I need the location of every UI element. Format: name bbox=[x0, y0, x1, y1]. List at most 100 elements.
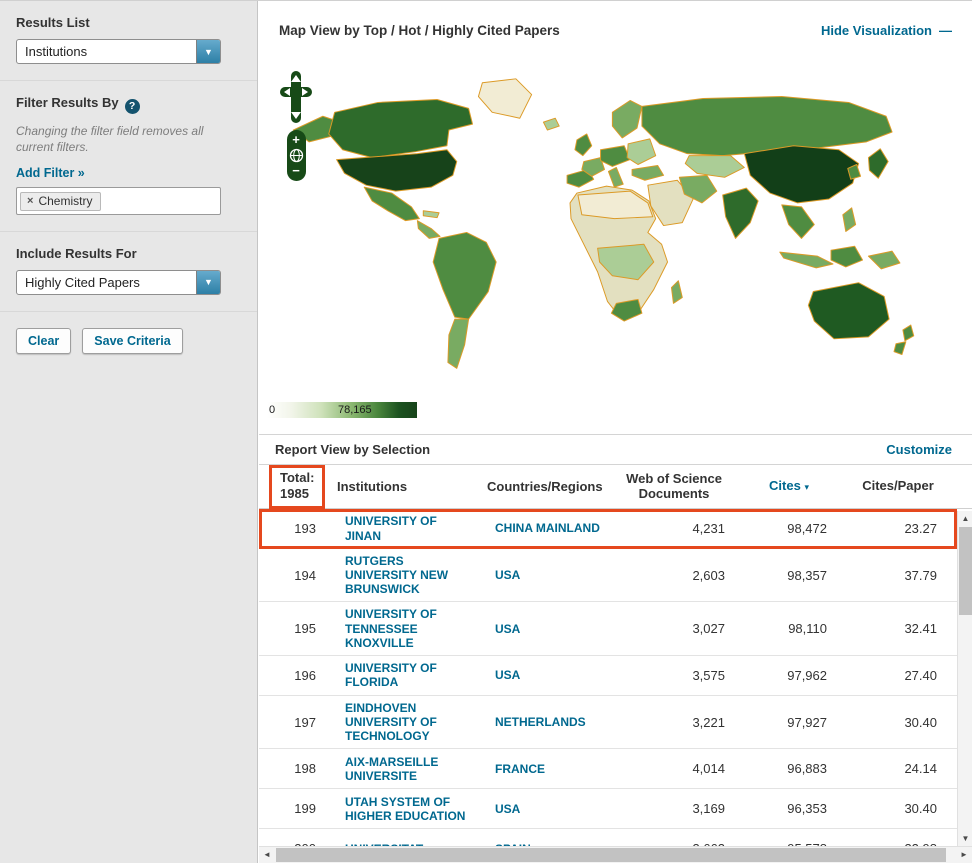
include-results-dropdown[interactable]: Highly Cited Papers ▼ bbox=[16, 270, 221, 295]
institution-cell: AIX-MARSEILLE UNIVERSITE bbox=[331, 755, 481, 783]
map-region-japan bbox=[868, 149, 888, 179]
institution-link[interactable]: RUTGERS UNIVERSITY NEW BRUNSWICK bbox=[337, 554, 475, 596]
include-results-section: Include Results For Highly Cited Papers … bbox=[0, 232, 257, 312]
legend-gradient: 0 78,165 bbox=[267, 402, 417, 418]
cites-per-paper-cell: 37.79 bbox=[839, 568, 957, 583]
map-visualization[interactable]: + − 0 78,165 bbox=[259, 63, 972, 434]
chevron-down-icon[interactable]: ▼ bbox=[196, 40, 220, 63]
customize-link[interactable]: Customize bbox=[886, 442, 952, 457]
total-value: 1985 bbox=[280, 486, 314, 502]
institution-link[interactable]: EINDHOVEN UNIVERSITY OF TECHNOLOGY bbox=[337, 701, 475, 743]
scroll-right-button[interactable]: ► bbox=[956, 847, 972, 863]
horizontal-scrollbar[interactable]: ◄ ► bbox=[259, 846, 972, 863]
world-map[interactable] bbox=[277, 67, 932, 392]
documents-cell: 3,027 bbox=[609, 621, 739, 636]
cites-per-paper-header[interactable]: Cites/Paper bbox=[839, 479, 957, 494]
chevron-down-icon[interactable]: ▼ bbox=[196, 271, 220, 294]
country-cell: USA bbox=[481, 622, 609, 636]
institution-link[interactable]: UNIVERSITY OF FLORIDA bbox=[337, 661, 475, 689]
vertical-scrollbar-thumb[interactable] bbox=[959, 527, 972, 615]
scroll-down-button[interactable]: ▼ bbox=[958, 831, 972, 846]
map-region-mexico bbox=[364, 187, 419, 220]
rank-cell: 197 bbox=[259, 715, 331, 730]
institution-link[interactable]: UNIVERSITY OF TENNESSEE KNOXVILLE bbox=[337, 607, 475, 649]
cites-cell: 98,110 bbox=[739, 621, 839, 636]
report-header: Report View by Selection Customize bbox=[259, 434, 972, 465]
map-region-china bbox=[744, 146, 858, 203]
filter-tags-box[interactable]: × Chemistry bbox=[16, 187, 221, 215]
documents-cell: 3,575 bbox=[609, 668, 739, 683]
total-label: Total: bbox=[280, 470, 314, 486]
hide-visualization-label: Hide Visualization bbox=[821, 23, 932, 38]
table-row[interactable]: 199 UTAH SYSTEM OF HIGHER EDUCATION USA … bbox=[259, 789, 957, 829]
scroll-left-button[interactable]: ◄ bbox=[259, 847, 275, 863]
total-header-cell: Total: 1985 bbox=[259, 465, 331, 509]
cites-per-paper-cell: 32.41 bbox=[839, 621, 957, 636]
map-view-title: Map View by Top / Hot / Highly Cited Pap… bbox=[279, 23, 560, 38]
table-row[interactable]: 195 UNIVERSITY OF TENNESSEE KNOXVILLE US… bbox=[259, 602, 957, 655]
globe-icon[interactable] bbox=[289, 148, 304, 163]
map-region-russia bbox=[642, 97, 892, 156]
vertical-scrollbar[interactable]: ▲ ▼ bbox=[957, 511, 972, 846]
include-results-heading: Include Results For bbox=[16, 246, 241, 261]
zoom-in-button[interactable]: + bbox=[287, 133, 306, 147]
table-row[interactable]: 194 RUTGERS UNIVERSITY NEW BRUNSWICK USA… bbox=[259, 549, 957, 602]
rank-cell: 199 bbox=[259, 801, 331, 816]
institution-link[interactable]: UNIVERSITY OF JINAN bbox=[337, 514, 475, 542]
filter-tag-label: Chemistry bbox=[38, 194, 92, 208]
zoom-out-button[interactable]: − bbox=[287, 164, 306, 178]
horizontal-scrollbar-thumb[interactable] bbox=[276, 848, 946, 862]
table-row[interactable]: 193 UNIVERSITY OF JINAN CHINA MAINLAND 4… bbox=[259, 509, 957, 549]
country-cell: FRANCE bbox=[481, 762, 609, 776]
clear-button[interactable]: Clear bbox=[16, 328, 71, 354]
save-criteria-button[interactable]: Save Criteria bbox=[82, 328, 182, 354]
rank-cell: 193 bbox=[259, 521, 331, 536]
scroll-up-button[interactable]: ▲ bbox=[958, 511, 972, 526]
country-cell: USA bbox=[481, 802, 609, 816]
cites-per-paper-cell: 24.14 bbox=[839, 761, 957, 776]
institution-cell: UNIVERSITY OF FLORIDA bbox=[331, 661, 481, 689]
report-view-title: Report View by Selection bbox=[275, 442, 430, 457]
map-region-south-america bbox=[433, 232, 496, 319]
cites-per-paper-cell: 30.40 bbox=[839, 715, 957, 730]
countries-header[interactable]: Countries/Regions bbox=[481, 479, 609, 494]
table-row[interactable]: 196 UNIVERSITY OF FLORIDA USA 3,575 97,9… bbox=[259, 656, 957, 696]
zoom-control: + − bbox=[287, 130, 306, 181]
filter-heading: Filter Results By? bbox=[16, 95, 241, 114]
documents-header[interactable]: Web of Science Documents bbox=[609, 472, 739, 502]
sidebar-buttons: Clear Save Criteria bbox=[0, 312, 257, 370]
table-row[interactable]: 200 UNIVERSITAT SPAIN 3,662 95,578 32.98 bbox=[259, 829, 957, 847]
filter-tag-chemistry[interactable]: × Chemistry bbox=[20, 192, 101, 211]
pan-control[interactable] bbox=[280, 71, 312, 123]
cites-header[interactable]: Cites ▾ bbox=[739, 479, 839, 494]
table-body: 193 UNIVERSITY OF JINAN CHINA MAINLAND 4… bbox=[259, 509, 957, 847]
legend-min-value: 0 bbox=[269, 403, 275, 417]
cites-cell: 96,353 bbox=[739, 801, 839, 816]
hide-visualization-link[interactable]: Hide Visualization — bbox=[821, 23, 952, 38]
institution-link[interactable]: UTAH SYSTEM OF HIGHER EDUCATION bbox=[337, 795, 475, 823]
documents-cell: 3,169 bbox=[609, 801, 739, 816]
remove-tag-icon[interactable]: × bbox=[27, 195, 33, 207]
country-cell: CHINA MAINLAND bbox=[481, 521, 609, 535]
institution-link[interactable]: AIX-MARSEILLE UNIVERSITE bbox=[337, 755, 475, 783]
table-header-row: Total: 1985 Institutions Countries/Regio… bbox=[259, 465, 972, 509]
results-list-value: Institutions bbox=[25, 44, 87, 59]
table-row[interactable]: 197 EINDHOVEN UNIVERSITY OF TECHNOLOGY N… bbox=[259, 696, 957, 749]
rank-cell: 196 bbox=[259, 668, 331, 683]
table-row[interactable]: 198 AIX-MARSEILLE UNIVERSITE FRANCE 4,01… bbox=[259, 749, 957, 789]
institution-cell: UTAH SYSTEM OF HIGHER EDUCATION bbox=[331, 795, 481, 823]
map-header: Map View by Top / Hot / Highly Cited Pap… bbox=[259, 1, 972, 63]
documents-cell: 4,014 bbox=[609, 761, 739, 776]
add-filter-link[interactable]: Add Filter » bbox=[16, 166, 85, 180]
main-panel: Map View by Top / Hot / Highly Cited Pap… bbox=[259, 1, 972, 863]
map-region-india bbox=[723, 188, 758, 238]
map-region-canada bbox=[329, 100, 473, 158]
cites-per-paper-cell: 23.27 bbox=[839, 521, 957, 536]
results-list-dropdown[interactable]: Institutions ▼ bbox=[16, 39, 221, 64]
include-results-value: Highly Cited Papers bbox=[25, 275, 140, 290]
institutions-header[interactable]: Institutions bbox=[331, 479, 481, 494]
help-icon[interactable]: ? bbox=[125, 99, 140, 114]
map-controls: + − bbox=[279, 71, 313, 181]
country-cell: USA bbox=[481, 568, 609, 582]
map-region-greenland bbox=[478, 79, 531, 118]
